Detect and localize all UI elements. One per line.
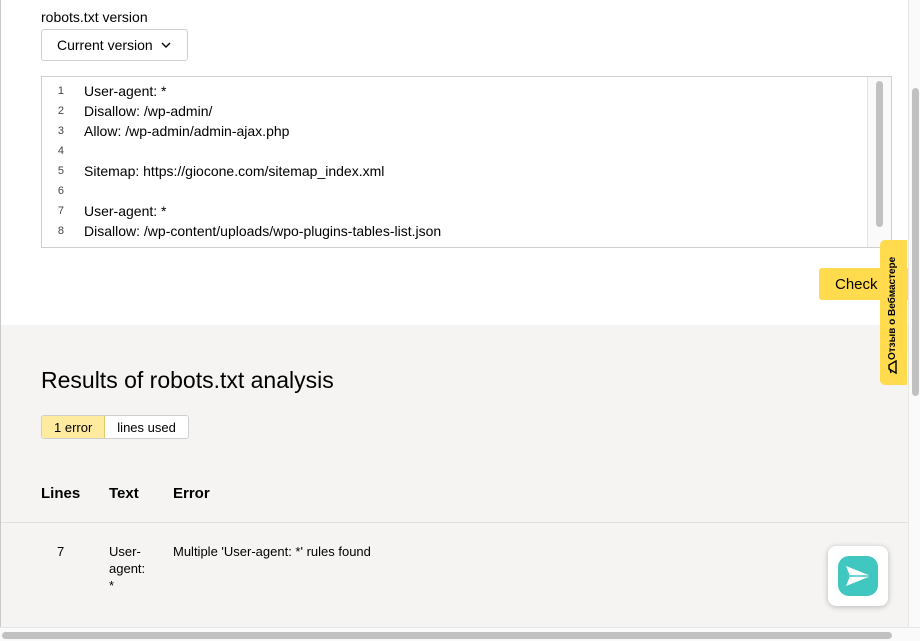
row-error: Multiple 'User-agent: *' rules found [173, 544, 371, 559]
chat-widget-button[interactable] [828, 546, 888, 606]
version-select-value: Current version [57, 37, 153, 53]
feedback-label: Отзыв о Вебмастере [887, 256, 898, 360]
horizontal-scrollbar[interactable] [0, 627, 920, 641]
editor-scrollbar[interactable] [867, 77, 891, 247]
row-text-part: User- [109, 544, 141, 559]
line-number: 4 [57, 145, 64, 157]
page: robots.txt version Current version 1 Use… [0, 0, 909, 641]
row-text: User- agent: * [109, 543, 145, 594]
row-text-part: agent: [109, 561, 146, 576]
robots-editor-section: robots.txt version Current version 1 Use… [1, 0, 909, 325]
page-scrollbar-thumb[interactable] [912, 88, 919, 396]
version-label: robots.txt version [41, 9, 148, 25]
column-header-error: Error [173, 485, 210, 502]
line-number: 1 [57, 85, 64, 97]
chevron-down-icon [161, 42, 171, 48]
paper-plane-icon [838, 556, 878, 596]
line-text: Disallow: /wp-admin/ [84, 103, 213, 119]
version-select[interactable]: Current version [41, 29, 188, 61]
line-text: Allow: /wp-admin/admin-ajax.php [84, 123, 290, 139]
horizontal-scrollbar-thumb[interactable] [2, 632, 892, 639]
line-text: User-agent: * [84, 203, 167, 219]
editor-line: 1 User-agent: * [42, 81, 167, 101]
line-number: 6 [57, 185, 64, 197]
results-filter-group: 1 error lines used [41, 415, 189, 439]
editor-line: 2 Disallow: /wp-admin/ [42, 101, 213, 121]
editor-line: 4 [42, 141, 84, 161]
page-scrollbar[interactable] [908, 0, 920, 627]
megaphone-icon [888, 359, 897, 375]
editor-line: 5 Sitemap: https://giocone.com/sitemap_i… [42, 161, 385, 181]
line-number: 8 [57, 225, 64, 237]
line-text: User-agent: * [84, 83, 167, 99]
filter-lines-used[interactable]: lines used [105, 416, 188, 438]
line-number: 7 [57, 205, 64, 217]
editor-line: 3 Allow: /wp-admin/admin-ajax.php [42, 121, 290, 141]
robots-txt-editor[interactable]: 1 User-agent: * 2 Disallow: /wp-admin/ 3… [41, 76, 892, 248]
results-section: Results of robots.txt analysis 1 error l… [1, 325, 909, 641]
line-text: Disallow: /wp-content/uploads/wpo-plugin… [84, 223, 442, 239]
editor-line: 8 Disallow: /wp-content/uploads/wpo-plug… [42, 221, 441, 241]
line-number: 3 [57, 125, 64, 137]
feedback-tab[interactable]: Отзыв о Вебмастере [880, 240, 907, 385]
results-title: Results of robots.txt analysis [41, 367, 334, 393]
filter-errors[interactable]: 1 error [42, 416, 106, 438]
row-text-part: * [109, 578, 115, 593]
table-divider [1, 522, 909, 523]
column-header-lines: Lines [41, 485, 81, 502]
editor-line: 6 [42, 181, 84, 201]
line-number: 2 [57, 105, 64, 117]
line-number: 5 [57, 165, 64, 177]
editor-line: 7 User-agent: * [42, 201, 167, 221]
row-line-number[interactable]: 7 [57, 543, 64, 560]
line-text: Sitemap: https://giocone.com/sitemap_ind… [84, 163, 385, 179]
column-header-text: Text [109, 485, 139, 502]
editor-scrollbar-thumb[interactable] [876, 81, 883, 227]
